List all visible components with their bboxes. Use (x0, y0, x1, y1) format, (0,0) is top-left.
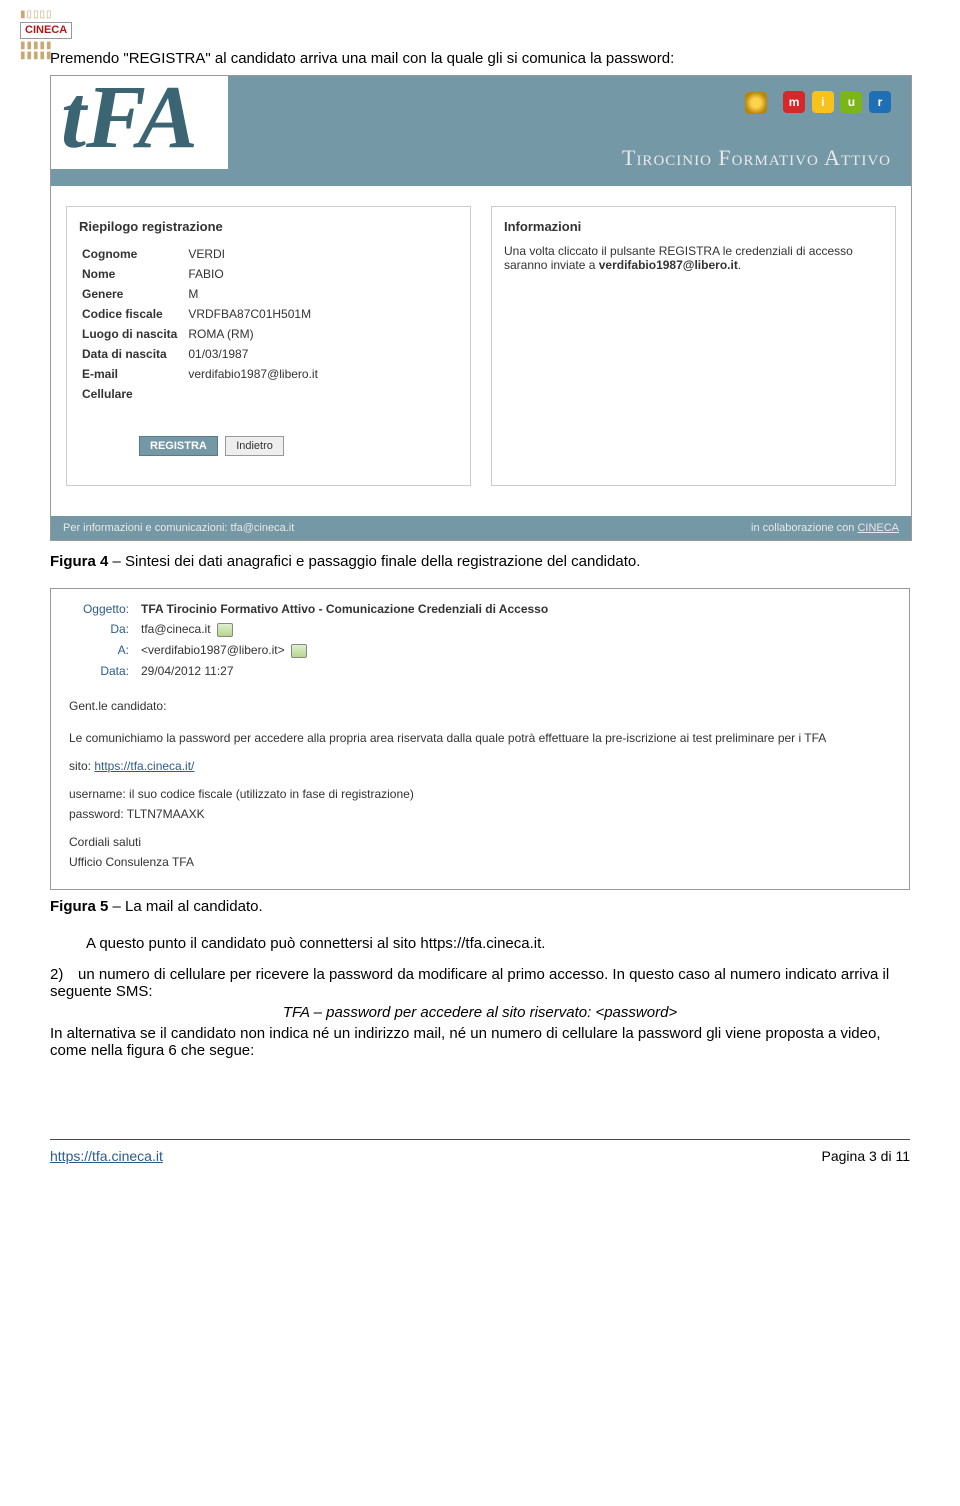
info-text: Una volta cliccato il pulsante REGISTRA … (504, 244, 883, 272)
brand-name: CINECA (20, 22, 72, 39)
row-data: Data di nascita01/03/1987 (81, 346, 319, 364)
add-contact-icon[interactable] (217, 623, 233, 637)
footer-contact: Per informazioni e comunicazioni: tfa@ci… (63, 522, 294, 534)
site-footer: Per informazioni e comunicazioni: tfa@ci… (51, 516, 911, 540)
panel-title-info: Informazioni (504, 219, 883, 234)
register-button[interactable]: REGISTRA (139, 436, 218, 456)
mail-label-from: Da: (69, 619, 141, 640)
intro-paragraph: Premendo "REGISTRA" al candidato arriva … (50, 50, 910, 67)
add-contact-icon[interactable] (291, 644, 307, 658)
mail-from: tfa@cineca.it (141, 619, 548, 640)
page-number: Pagina 3 di 11 (822, 1148, 910, 1164)
panel-registration-summary: Riepilogo registrazione CognomeVERDI Nom… (66, 206, 471, 486)
panel-info: Informazioni Una volta cliccato il pulsa… (491, 206, 896, 486)
row-cell: Cellulare (81, 386, 319, 404)
caption-figure-4: Figura 4 – Sintesi dei dati anagrafici e… (50, 553, 910, 570)
sms-example: TFA – password per accedere al sito rise… (50, 1004, 910, 1021)
miur-r-icon: r (869, 91, 891, 113)
row-email: E-mailverdifabio1987@libero.it (81, 366, 319, 384)
mail-subject: TFA Tirocinio Formativo Attivo - Comunic… (141, 599, 548, 619)
miur-i-icon: i (812, 91, 834, 113)
row-cognome: CognomeVERDI (81, 246, 319, 264)
row-luogo: Luogo di nascitaROMA (RM) (81, 326, 319, 344)
email-screenshot: Oggetto: TFA Tirocinio Formativo Attivo … (50, 588, 910, 890)
mail-sign1: Cordiali saluti (69, 835, 891, 849)
miur-m-icon: m (783, 91, 805, 113)
mail-body-site: sito: https://tfa.cineca.it/ (69, 759, 891, 773)
mail-password-line: password: TLTN7MAAXK (69, 807, 891, 821)
site-header: tFA m i u r Tirocinio Formativo Attivo (51, 76, 911, 186)
mail-label-subject: Oggetto: (69, 599, 141, 619)
row-nome: NomeFABIO (81, 266, 319, 284)
footer-collab: in collaborazione con CINECA (751, 522, 899, 534)
list-number-2: 2) (50, 966, 78, 983)
page-corner-logo: ▮▯▯▯▯ CINECA ▮▮▮▮▮ ▮▮▮▮▮ (20, 10, 72, 61)
list-line-alt: In alternativa se il candidato non indic… (50, 1025, 910, 1059)
page-footer: https://tfa.cineca.it Pagina 3 di 11 (50, 1139, 910, 1164)
mail-username-line: username: il suo codice fiscale (utilizz… (69, 787, 891, 801)
row-genere: GenereM (81, 286, 319, 304)
panel-title-summary: Riepilogo registrazione (79, 219, 458, 234)
mail-site-link[interactable]: https://tfa.cineca.it/ (94, 759, 194, 773)
caption-figure-5: Figura 5 – La mail al candidato. (50, 898, 910, 915)
mail-label-date: Data: (69, 661, 141, 681)
footer-url[interactable]: https://tfa.cineca.it (50, 1148, 163, 1164)
mail-to: <verdifabio1987@libero.it> (141, 640, 548, 661)
mail-sign2: Ufficio Consulenza TFA (69, 855, 891, 869)
emblem-icon (745, 92, 767, 114)
mail-greeting: Gent.le candidato: (69, 699, 891, 713)
mail-date: 29/04/2012 11:27 (141, 661, 548, 681)
tfa-logo: tFA (51, 76, 228, 169)
registration-screenshot: tFA m i u r Tirocinio Formativo Attivo R… (50, 75, 912, 541)
registration-table: CognomeVERDI NomeFABIO GenereM Codice fi… (79, 244, 321, 406)
miur-u-icon: u (840, 91, 862, 113)
paragraph-connect: A questo punto il candidato può connette… (86, 935, 910, 952)
header-brand-icons: m i u r (742, 91, 892, 114)
list-item-2: 2)un numero di cellulare per ricevere la… (50, 966, 910, 1059)
mail-headers: Oggetto: TFA Tirocinio Formativo Attivo … (69, 599, 548, 681)
mail-body-intro: Le comunichiamo la password per accedere… (69, 731, 891, 745)
mail-label-to: A: (69, 640, 141, 661)
site-header-title: Tirocinio Formativo Attivo (622, 145, 891, 171)
row-cf: Codice fiscaleVRDFBA87C01H501M (81, 306, 319, 324)
back-button[interactable]: Indietro (225, 436, 284, 456)
